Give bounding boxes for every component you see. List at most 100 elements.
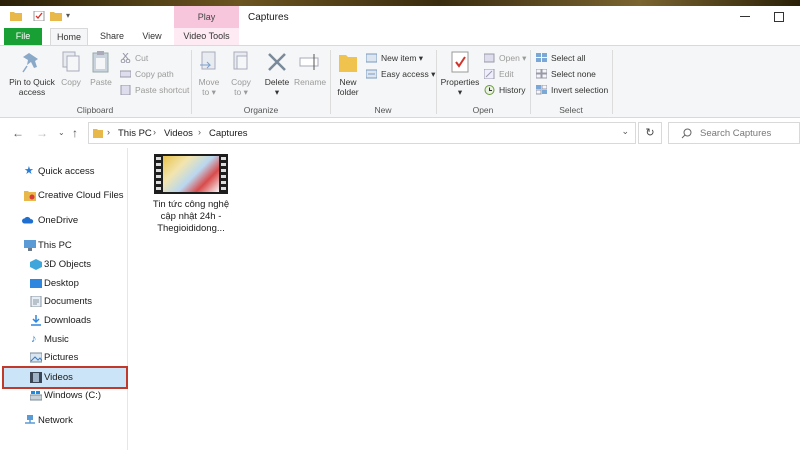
nav-documents-label: Documents: [44, 296, 93, 307]
window-title: Captures: [248, 12, 289, 23]
nav-network[interactable]: Network: [4, 411, 126, 430]
tab-home[interactable]: Home: [50, 28, 88, 46]
select-all-button[interactable]: Select all: [536, 51, 586, 65]
select-all-label: Select all: [551, 53, 586, 63]
address-bar[interactable]: › This PC › Videos › Captures ⌄: [88, 122, 636, 144]
downloads-icon: [31, 315, 41, 326]
invert-selection-button[interactable]: Invert selection: [536, 83, 608, 97]
breadcrumb-this-pc[interactable]: This PC: [118, 128, 152, 139]
nav-network-label: Network: [38, 415, 73, 426]
paste-button[interactable]: Paste: [87, 50, 115, 87]
star-icon: ★: [24, 165, 34, 177]
properties-check-icon: [451, 51, 469, 73]
tab-share[interactable]: Share: [94, 28, 130, 45]
move-to-button[interactable]: Move to ▾: [196, 50, 222, 97]
minimize-button[interactable]: [738, 10, 752, 22]
open-button[interactable]: Open ▾: [484, 51, 526, 65]
search-input[interactable]: Search Captures: [668, 122, 800, 144]
copy-path-icon: [120, 70, 131, 78]
back-arrow-icon[interactable]: ←: [12, 126, 24, 140]
video-thumbnail: [154, 154, 228, 194]
nav-downloads[interactable]: Downloads: [4, 311, 126, 330]
nav-quick-access-label: Quick access: [38, 166, 95, 177]
delete-label: Delete: [264, 77, 290, 87]
open-icon: [484, 53, 495, 63]
tab-view[interactable]: View: [136, 28, 168, 45]
creative-cloud-folder-icon: [24, 191, 36, 201]
cut-button[interactable]: Cut: [120, 51, 148, 65]
breadcrumb-captures[interactable]: Captures: [209, 128, 248, 139]
nav-desktop[interactable]: Desktop: [4, 274, 126, 293]
maximize-button[interactable]: [772, 10, 786, 22]
new-folder-button[interactable]: New folder: [334, 50, 362, 97]
easy-access-label: Easy access: [381, 69, 429, 79]
up-arrow-icon[interactable]: ↑: [72, 126, 78, 140]
pictures-icon: [30, 352, 42, 363]
invert-selection-label: Invert selection: [551, 85, 609, 95]
new-folder-label-2: folder: [337, 87, 359, 97]
rename-icon: [299, 54, 319, 70]
video-file-item[interactable]: Tin tức công nghệ cập nhật 24h - Thegioi…: [141, 154, 241, 235]
select-all-icon: [536, 53, 547, 62]
nav-documents[interactable]: Documents: [4, 292, 126, 311]
customize-quick-access-icon[interactable]: ▾: [66, 11, 70, 20]
desktop-strip: [0, 0, 800, 6]
history-button[interactable]: History: [484, 83, 525, 97]
address-history-chevron-icon[interactable]: ⌄: [621, 126, 629, 137]
pin-quick-access-button[interactable]: Pin to Quick access: [6, 50, 58, 97]
nav-creative-cloud[interactable]: Creative Cloud Files: [4, 186, 126, 205]
edit-button[interactable]: Edit: [484, 67, 514, 81]
forward-arrow-icon[interactable]: →: [36, 126, 48, 140]
copy-to-button[interactable]: Copy to ▾: [228, 50, 254, 97]
ribbon-tabs: File Home Share View Video Tools: [0, 28, 800, 46]
select-none-icon: [536, 69, 547, 79]
nav-downloads-label: Downloads: [44, 315, 91, 326]
copy-label: Copy: [61, 77, 81, 87]
nav-quick-access[interactable]: ★ Quick access: [4, 162, 126, 181]
breadcrumb-videos[interactable]: Videos: [164, 128, 193, 139]
desktop-icon: [30, 279, 42, 288]
nav-windows-c[interactable]: Windows (C:): [4, 386, 126, 405]
properties-icon[interactable]: [33, 11, 45, 21]
move-label-2: to: [202, 87, 210, 97]
rename-button[interactable]: Rename: [294, 50, 326, 87]
easy-access-button[interactable]: Easy access ▾: [366, 67, 435, 81]
tab-file[interactable]: File: [4, 28, 42, 45]
nav-pictures[interactable]: Pictures: [4, 348, 126, 367]
copy-button[interactable]: Copy: [58, 50, 84, 87]
history-label: History: [499, 85, 526, 95]
select-none-button[interactable]: Select none: [536, 67, 596, 81]
select-none-label: Select none: [551, 69, 596, 79]
nav-this-pc[interactable]: This PC: [4, 236, 126, 255]
new-folder-icon[interactable]: [50, 11, 62, 21]
nav-onedrive[interactable]: OneDrive: [4, 211, 126, 230]
film-strip-holes: [221, 157, 226, 191]
properties-button[interactable]: Properties ▾: [440, 50, 480, 97]
nav-3d-objects[interactable]: 3D Objects: [4, 255, 126, 274]
nav-pictures-label: Pictures: [44, 352, 79, 363]
copy-path-button[interactable]: Copy path: [120, 67, 174, 81]
tab-play[interactable]: Play: [174, 6, 239, 29]
copy-path-label: Copy path: [135, 69, 174, 79]
nav-music[interactable]: ♪ Music: [4, 330, 126, 349]
history-icon: [484, 85, 495, 95]
file-name: Tin tức công nghệ cập nhật 24h - Thegioi…: [152, 199, 230, 234]
group-divider: [612, 50, 613, 114]
recent-locations-chevron-icon[interactable]: ⌄: [58, 128, 65, 137]
move-to-icon: [200, 51, 216, 70]
pin-label-2: access: [18, 87, 46, 97]
3d-objects-icon: [30, 259, 42, 270]
onedrive-cloud-icon: [22, 216, 34, 224]
refresh-button[interactable]: ↻: [638, 122, 662, 144]
nav-windows-c-label: Windows (C:): [44, 390, 102, 401]
paste-shortcut-button[interactable]: Paste shortcut: [120, 83, 189, 97]
delete-button[interactable]: Delete ▾: [262, 50, 292, 97]
drive-icon: [30, 391, 42, 401]
new-item-button[interactable]: New item ▾: [366, 51, 423, 65]
ribbon: Pin to Quick access Copy Paste Cut Copy …: [0, 45, 800, 118]
file-list: Tin tức công nghệ cập nhật 24h - Thegioi…: [129, 148, 800, 450]
nav-videos[interactable]: Videos: [2, 366, 128, 389]
tab-video-tools[interactable]: Video Tools: [174, 28, 239, 45]
network-icon: [25, 415, 35, 424]
nav-music-label: Music: [44, 334, 69, 345]
